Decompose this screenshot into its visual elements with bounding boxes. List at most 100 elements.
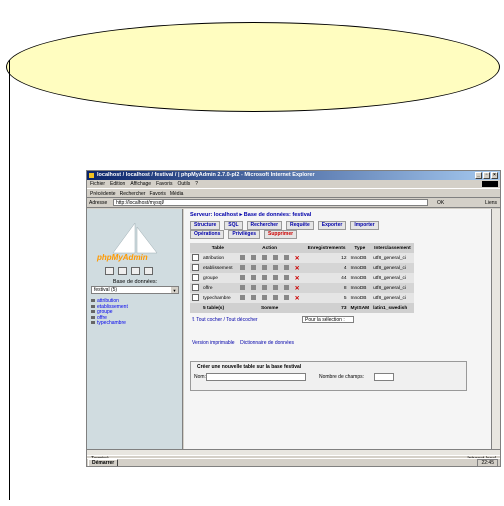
records-value: 8	[304, 283, 349, 293]
search-icon[interactable]	[261, 264, 267, 270]
docs-icon[interactable]	[144, 267, 153, 275]
menu-affichage[interactable]: Affichage	[130, 180, 151, 188]
fields-count-input[interactable]	[374, 373, 394, 381]
tables-grid: Table Action Enregistrements Type Interc…	[190, 243, 414, 313]
menu-outils[interactable]: Outils	[177, 180, 190, 188]
records-value: 4	[304, 263, 349, 273]
with-selected-select[interactable]: Pour la sélection :	[302, 316, 354, 323]
search-icon[interactable]	[261, 254, 267, 260]
window-controls: _ ▫ ×	[475, 172, 498, 179]
collation-value: utf8_general_ci	[371, 283, 414, 293]
empty-icon[interactable]	[283, 294, 289, 300]
structure-icon[interactable]	[250, 294, 256, 300]
structure-icon[interactable]	[250, 274, 256, 280]
tab-sql[interactable]: SQL	[224, 221, 243, 230]
insert-icon[interactable]	[272, 274, 278, 280]
drop-icon[interactable]: ✕	[295, 295, 300, 302]
sidebar-item-typechambre[interactable]: typechambre	[91, 320, 128, 327]
media-button[interactable]: Média	[170, 189, 184, 197]
browse-icon[interactable]	[239, 294, 245, 300]
menu-edition[interactable]: Edition	[110, 180, 125, 188]
structure-icon[interactable]	[250, 264, 256, 270]
tab-privileges[interactable]: Privilèges	[228, 230, 261, 239]
pma-logo-text: phpMyAdmin	[97, 253, 148, 262]
table-name[interactable]: groupe	[201, 273, 235, 283]
menu-fichier[interactable]: Fichier	[90, 180, 105, 188]
drop-icon[interactable]: ✕	[295, 255, 300, 262]
check-all-link[interactable]: ⮤ Tout cocher / Tout décocher	[192, 317, 258, 323]
browse-icon[interactable]	[239, 254, 245, 260]
tab-supprimer[interactable]: Supprimer	[264, 230, 298, 239]
empty-icon[interactable]	[283, 284, 289, 290]
tab-structure[interactable]: Structure	[190, 221, 221, 230]
col-collation: Interclassement	[371, 243, 414, 253]
back-button[interactable]: Précédente	[90, 189, 116, 197]
tab-rechercher[interactable]: Rechercher	[246, 221, 283, 230]
home-icon[interactable]	[105, 267, 114, 275]
empty-icon[interactable]	[283, 254, 289, 260]
data-dictionary-link[interactable]: Dictionnaire de données	[240, 340, 294, 346]
table-name[interactable]: etablissement	[201, 263, 235, 273]
links-button[interactable]: Liens	[485, 198, 497, 208]
search-icon[interactable]	[261, 294, 267, 300]
maximize-icon[interactable]: ▫	[483, 172, 490, 179]
tab-importer[interactable]: Importer	[350, 221, 379, 230]
favorites-button[interactable]: Favoris	[149, 189, 165, 197]
table-name-input[interactable]	[206, 373, 306, 381]
print-view-link[interactable]: Version imprimable	[192, 340, 235, 346]
start-button[interactable]: Démarrer	[88, 459, 119, 466]
structure-icon[interactable]	[250, 284, 256, 290]
insert-icon[interactable]	[272, 264, 278, 270]
close-icon[interactable]: ×	[491, 172, 498, 179]
tab-requete[interactable]: Requête	[286, 221, 314, 230]
collation-total: latin1_swedish	[371, 303, 414, 313]
sql-icon[interactable]	[131, 267, 140, 275]
drop-icon[interactable]: ✕	[295, 285, 300, 292]
vertical-scrollbar[interactable]	[491, 209, 500, 449]
row-checkbox[interactable]	[192, 263, 199, 271]
structure-icon[interactable]	[250, 254, 256, 260]
menu-favoris[interactable]: Favoris	[156, 180, 172, 188]
browser-screenshot: localhost / localhost / festival / | php…	[86, 170, 501, 467]
row-checkbox[interactable]	[192, 283, 199, 291]
margin-line	[9, 60, 10, 500]
empty-icon[interactable]	[283, 274, 289, 280]
collation-value: utf8_general_ci	[371, 293, 414, 303]
insert-icon[interactable]	[272, 294, 278, 300]
browse-icon[interactable]	[239, 274, 245, 280]
col-table: Table	[201, 243, 235, 253]
table-name[interactable]: attribution	[201, 253, 235, 263]
query-window-icon[interactable]	[118, 267, 127, 275]
row-checkbox[interactable]	[192, 293, 199, 301]
search-icon[interactable]	[261, 274, 267, 280]
type-value: InnoDB	[348, 263, 372, 273]
clock: 22:45	[477, 459, 498, 466]
menu-help[interactable]: ?	[195, 180, 198, 188]
browser-toolbar: Précédente Rechercher Favoris Média	[87, 188, 500, 198]
drop-icon[interactable]: ✕	[295, 265, 300, 272]
search-button[interactable]: Rechercher	[120, 189, 146, 197]
sailboat-logo-icon	[112, 223, 158, 254]
db-select[interactable]: festival (5) ▼	[91, 286, 179, 294]
minimize-icon[interactable]: _	[475, 172, 482, 179]
pma-main: Serveur: localhost ▸ Base de données: fe…	[184, 209, 491, 449]
fields-label: Nombre de champs:	[319, 374, 365, 380]
insert-icon[interactable]	[272, 284, 278, 290]
insert-icon[interactable]	[272, 254, 278, 260]
browse-icon[interactable]	[239, 264, 245, 270]
row-checkbox[interactable]	[192, 273, 199, 281]
go-button[interactable]: OK	[437, 198, 444, 208]
drop-icon[interactable]: ✕	[295, 275, 300, 282]
tab-exporter[interactable]: Exporter	[317, 221, 347, 230]
search-icon[interactable]	[261, 284, 267, 290]
tab-operations[interactable]: Opérations	[190, 230, 225, 239]
table-name[interactable]: offre	[201, 283, 235, 293]
empty-icon[interactable]	[283, 264, 289, 270]
table-name[interactable]: typechambre	[201, 293, 235, 303]
breadcrumb[interactable]: Serveur: localhost ▸ Base de données: fe…	[190, 212, 311, 218]
records-value: 5	[304, 293, 349, 303]
browse-icon[interactable]	[239, 284, 245, 290]
address-input[interactable]: http://localhost/mysql/	[113, 199, 428, 206]
callout-ellipse	[6, 22, 500, 112]
row-checkbox[interactable]	[192, 253, 199, 261]
